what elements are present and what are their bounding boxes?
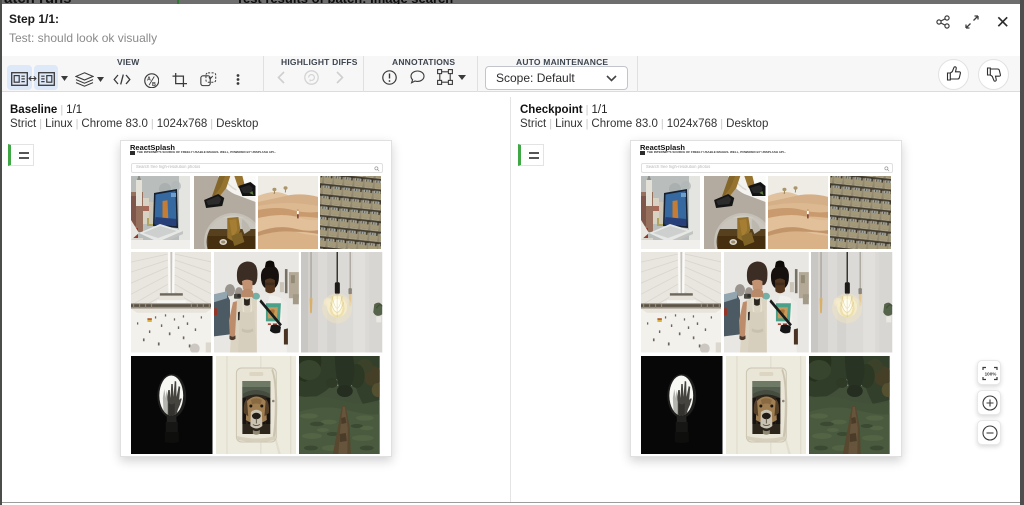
- svg-text:100%: 100%: [985, 372, 997, 377]
- svg-text:B: B: [152, 81, 156, 87]
- svg-text:A: A: [147, 76, 151, 82]
